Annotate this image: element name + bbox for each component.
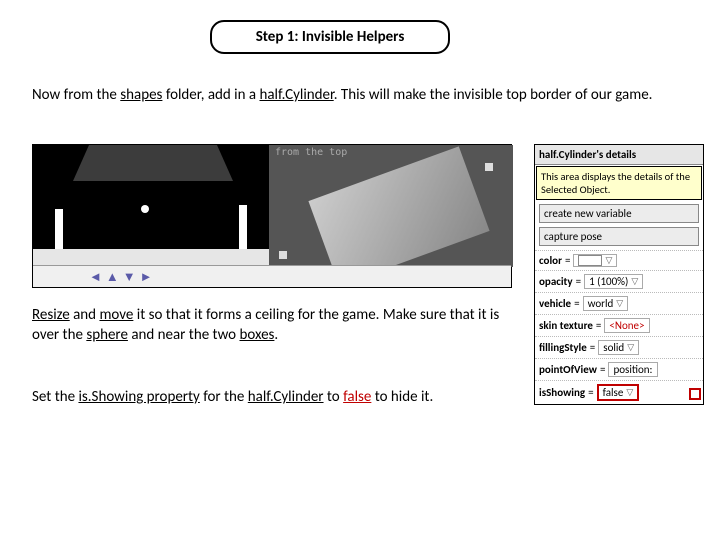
vehicle-value[interactable]: world▽	[583, 296, 629, 311]
chevron-down-icon: ▽	[616, 298, 623, 309]
property-key: vehicle	[539, 297, 571, 310]
text: to	[324, 388, 344, 406]
equals: =	[590, 341, 595, 354]
arrow-right-icon[interactable]: ►	[140, 269, 153, 285]
color-swatch	[578, 255, 602, 266]
highlight-box	[689, 388, 701, 400]
details-panel: half.Cylinder's details This area displa…	[534, 144, 704, 405]
value-text: world	[588, 297, 614, 310]
capture-pose-button[interactable]: capture pose	[539, 227, 699, 246]
boxes-keyword: boxes	[239, 326, 274, 344]
chevron-down-icon: ▽	[605, 255, 612, 266]
text: for the	[200, 388, 248, 406]
chevron-down-icon: ▽	[631, 276, 638, 287]
arrow-left-icon[interactable]: ◄	[89, 269, 102, 285]
text: folder, add in a	[162, 86, 259, 104]
pov-value[interactable]: position:	[608, 362, 657, 377]
instruction-paragraph-1: Now from the shapes folder, add in a hal…	[32, 86, 672, 106]
property-key: pointOfView	[539, 363, 597, 376]
step-header: Step 1: Invisible Helpers	[210, 20, 450, 54]
details-tooltip: This area displays the details of the Se…	[536, 166, 702, 200]
viewport-toolbar: ◄ ▲ ▼ ►	[33, 265, 511, 287]
text: . This will make the invisible top borde…	[334, 86, 653, 104]
resize-keyword: Resize	[32, 306, 70, 324]
property-row-skin: skin texture = <None>	[535, 314, 703, 336]
move-keyword: move	[99, 306, 133, 324]
half-cylinder-keyword: half.Cylinder	[259, 86, 333, 104]
viewport-top[interactable]: from the top	[269, 145, 513, 267]
equals: =	[596, 319, 601, 332]
text: and near the two	[128, 326, 240, 344]
text: to hide it.	[371, 388, 433, 406]
property-row-filling: fillingStyle = solid▽	[535, 336, 703, 358]
property-row-opacity: opacity = 1 (100%)▽	[535, 270, 703, 292]
color-value[interactable]: ▽	[573, 254, 617, 267]
arrow-down-icon[interactable]: ▼	[123, 269, 136, 285]
isshowing-keyword: is.Showing property	[78, 388, 199, 406]
text: Now from the	[32, 86, 120, 104]
property-row-vehicle: vehicle = world▽	[535, 292, 703, 314]
viewport-top-label: from the top	[275, 147, 347, 158]
sphere-object	[141, 205, 149, 213]
property-key: fillingStyle	[539, 341, 587, 354]
value-text: false	[603, 386, 624, 399]
equals: =	[576, 275, 581, 288]
skin-value[interactable]: <None>	[604, 318, 649, 333]
half-cylinder-keyword: half.Cylinder	[248, 388, 324, 406]
instruction-paragraph-2: Resize and move it so that it forms a ce…	[32, 306, 522, 345]
property-key: isShowing	[539, 386, 585, 399]
isshowing-value[interactable]: false▽	[597, 384, 640, 401]
scene-viewport: from the top ◄ ▲ ▼ ►	[32, 144, 512, 288]
sphere-keyword: sphere	[86, 326, 128, 344]
instruction-paragraph-3: Set the is.Showing property for the half…	[32, 388, 522, 408]
value-text: solid	[603, 341, 624, 354]
property-row-pov: pointOfView = position:	[535, 358, 703, 380]
viewport-panes: from the top	[33, 145, 511, 267]
filling-value[interactable]: solid▽	[598, 340, 639, 355]
property-row-isshowing: isShowing = false▽	[535, 380, 703, 404]
half-cylinder-top	[308, 146, 489, 267]
text: .	[274, 326, 278, 344]
property-row-color: color = ▽	[535, 250, 703, 270]
equals: =	[588, 386, 593, 399]
false-keyword: false	[343, 388, 371, 406]
equals: =	[600, 363, 605, 376]
value-text: 1 (100%)	[589, 275, 628, 288]
property-key: color	[539, 254, 562, 267]
chevron-down-icon: ▽	[626, 387, 633, 398]
text: and	[70, 306, 100, 324]
details-panel-title: half.Cylinder's details	[535, 145, 703, 165]
viewport-camera[interactable]	[33, 145, 269, 267]
box-left	[55, 209, 63, 253]
text: Set the	[32, 388, 78, 406]
chevron-down-icon: ▽	[627, 342, 634, 353]
equals: =	[574, 297, 579, 310]
box-right	[239, 205, 247, 249]
value-text: position:	[613, 363, 652, 376]
opacity-value[interactable]: 1 (100%)▽	[584, 274, 643, 289]
equals: =	[565, 254, 570, 267]
value-text: <None>	[609, 319, 644, 332]
ceiling-shape	[73, 145, 233, 181]
box-marker	[485, 163, 493, 171]
box-marker	[279, 251, 287, 259]
arrow-up-icon[interactable]: ▲	[106, 269, 119, 285]
property-key: opacity	[539, 275, 573, 288]
property-key: skin texture	[539, 319, 593, 332]
create-variable-button[interactable]: create new variable	[539, 204, 699, 223]
shapes-keyword: shapes	[120, 86, 162, 104]
